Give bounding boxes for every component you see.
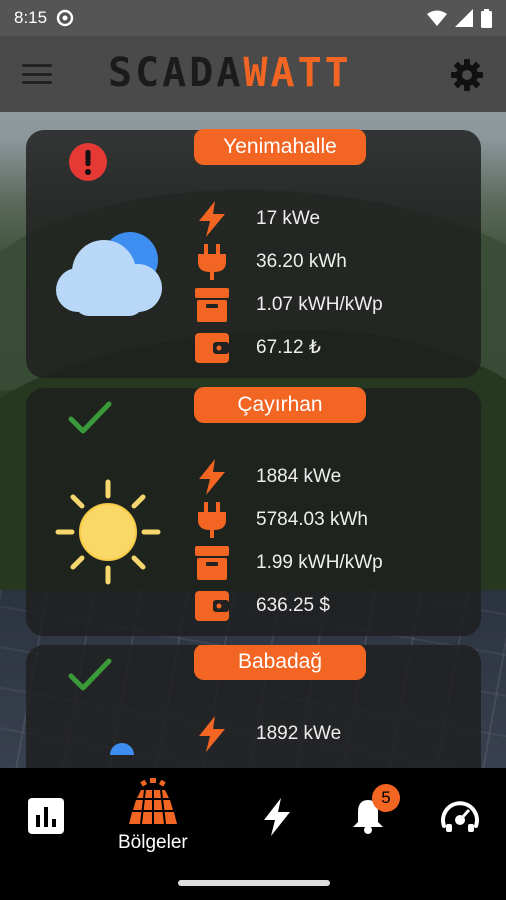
plant-name: Yenimahalle — [194, 129, 366, 165]
gauge-icon — [441, 801, 479, 832]
home-indicator[interactable] — [178, 880, 330, 886]
metric-yield: 1.99 kWH/kWp — [192, 541, 383, 584]
cloud-icon — [110, 743, 134, 755]
alert-icon — [69, 143, 107, 181]
wallet-icon — [195, 332, 229, 363]
metric-energy: 5784.03 kWh — [192, 498, 383, 541]
status-time: 8:15 — [14, 8, 48, 27]
plug-icon — [198, 243, 226, 280]
metric-power: 1884 kWe — [192, 455, 383, 498]
solar-panel-icon — [128, 778, 177, 825]
archive-icon — [195, 287, 229, 322]
lightning-icon — [264, 798, 290, 836]
metrics-list: 1892 kWe — [192, 712, 341, 755]
metrics-list: 1884 kWe 5784.03 kWh 1.99 kWH/kWp 636.25… — [192, 455, 383, 627]
metrics-list: 17 kWe 36.20 kWh 1.07 kWH/kWp 67.12 ₺ — [192, 197, 383, 369]
metric-power: 17 kWe — [192, 197, 383, 240]
nav-regions-label: Bölgeler — [118, 832, 188, 853]
wifi-icon — [427, 10, 447, 26]
lightning-icon — [199, 458, 225, 495]
menu-icon[interactable] — [22, 64, 52, 84]
metric-revenue: 636.25 $ — [192, 584, 383, 627]
check-icon — [68, 658, 112, 691]
metric-energy: 36.20 kWh — [192, 240, 383, 283]
plant-card[interactable]: Babadağ 1892 kWe — [26, 645, 481, 768]
lightning-icon — [199, 200, 225, 237]
plant-card[interactable]: Yenimahalle 17 kWe 36.20 kWh 1.07 kWH/kW… — [26, 129, 481, 378]
bottom-navigation: Bölgeler 5 — [0, 768, 506, 900]
lightning-icon — [199, 715, 225, 752]
app-logo: SCADAWATT — [108, 50, 352, 96]
nav-reports[interactable] — [28, 798, 64, 834]
plug-icon — [198, 501, 226, 538]
app-bar: SCADAWATT — [0, 36, 506, 112]
notification-badge: 5 — [372, 784, 400, 812]
archive-icon — [195, 545, 229, 580]
battery-icon — [481, 8, 492, 28]
metric-revenue: 67.12 ₺ — [192, 326, 383, 369]
settings-status-icon — [56, 9, 74, 27]
plant-card[interactable]: Çayırhan 1884 kWe 5784.03 kWh 1.99 kWH/k… — [26, 387, 481, 636]
chart-icon — [28, 798, 64, 834]
gear-icon[interactable] — [450, 58, 484, 92]
nav-regions[interactable]: Bölgeler — [118, 778, 188, 854]
plant-name: Babadağ — [194, 645, 366, 680]
sun-icon — [55, 479, 161, 585]
status-bar: 8:15 — [0, 0, 506, 36]
nav-support[interactable] — [440, 798, 480, 834]
metric-yield: 1.07 kWH/kWp — [192, 283, 383, 326]
signal-icon — [455, 9, 473, 27]
check-icon — [68, 401, 112, 434]
plant-name: Çayırhan — [194, 387, 366, 423]
nav-energy[interactable] — [262, 798, 292, 836]
metric-power: 1892 kWe — [192, 712, 341, 755]
cloud-icon — [56, 232, 162, 316]
wallet-icon — [195, 590, 229, 621]
